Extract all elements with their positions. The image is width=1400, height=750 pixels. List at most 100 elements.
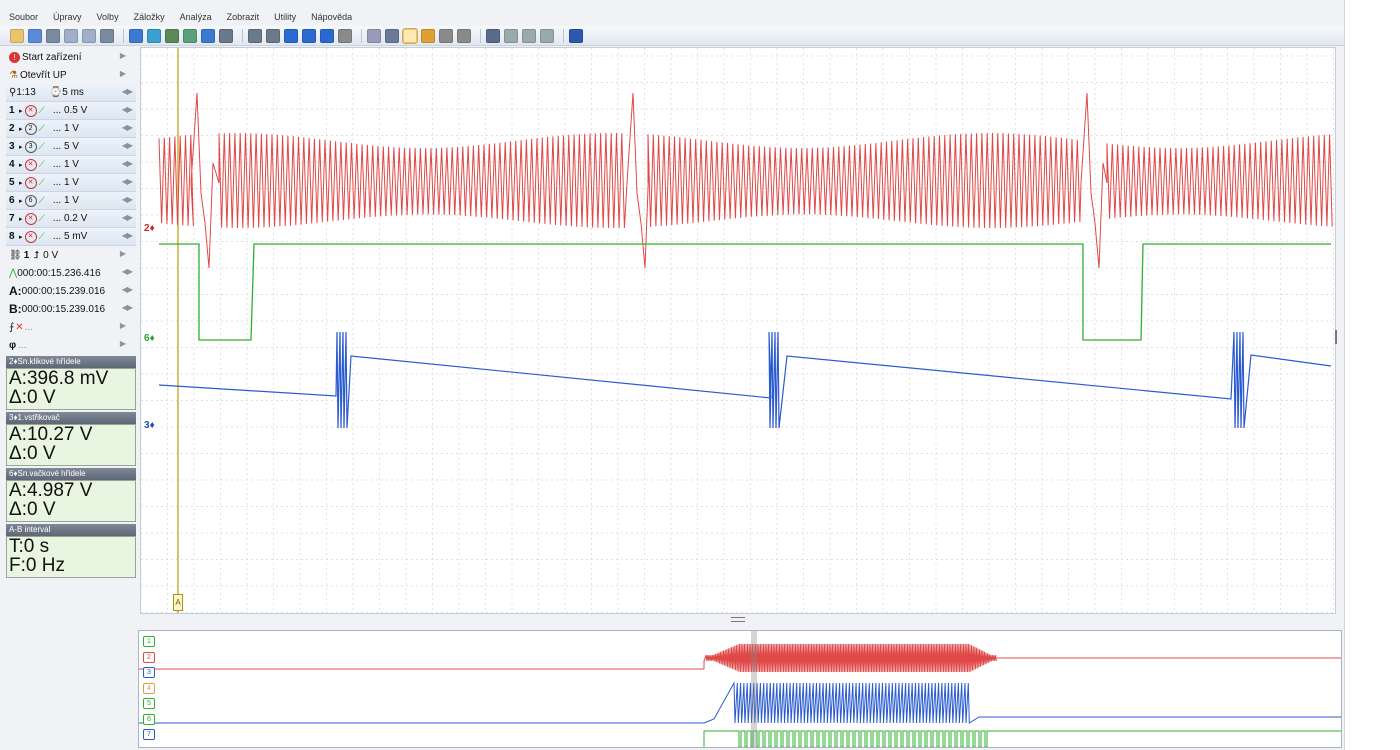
menu-utility[interactable]: Utility <box>265 12 302 22</box>
filter-icon[interactable] <box>201 28 215 43</box>
info-box-title: A-B interval <box>9 525 51 534</box>
spin-arrows-icon[interactable]: ◀▶ <box>122 267 133 276</box>
window-a-icon[interactable] <box>504 28 518 43</box>
overview-plot[interactable] <box>138 630 1342 748</box>
channel-on-icon[interactable]: 2 <box>24 122 37 135</box>
menu-zobrazit[interactable]: Zobrazit <box>218 12 266 22</box>
panel-splitter-handle[interactable] <box>731 617 745 622</box>
check-icon[interactable] <box>284 28 298 43</box>
channel-row-6[interactable]: 6 ▸ 6 ⟋... 1 V ◀▶ <box>6 192 136 210</box>
menu-upravy[interactable]: Úpravy <box>44 12 88 22</box>
spin-arrows-icon[interactable]: ◀▶ <box>122 141 133 150</box>
menu-zalozky[interactable]: Záložky <box>125 12 171 22</box>
channel-row-3[interactable]: 3 ▸ 3 ⟋... 5 V ◀▶ <box>6 138 136 156</box>
open-icon[interactable] <box>10 28 24 43</box>
measure-icon[interactable] <box>183 28 197 43</box>
phase-row[interactable]: φ ... ▶ <box>6 336 136 354</box>
trigger-row[interactable]: ⛓ 1 ⮥ 0 V ▶ <box>6 246 136 264</box>
menu-soubor[interactable]: Soubor <box>0 12 44 22</box>
help-icon[interactable] <box>569 28 583 43</box>
overview-viewport-marker[interactable] <box>751 631 757 747</box>
spin-arrows-icon[interactable]: ◀▶ <box>122 303 133 312</box>
select-icon[interactable] <box>266 28 280 43</box>
overview-channel-label[interactable]: 1 <box>143 636 155 647</box>
main-plot[interactable] <box>140 47 1336 614</box>
spin-arrows-icon[interactable]: ◀▶ <box>122 285 133 294</box>
spin-arrows-icon[interactable]: ◀▶ <box>122 213 133 222</box>
overview-channel-label[interactable]: 5 <box>143 698 155 709</box>
channel-row-7[interactable]: 7 ▸ ✕ ⟋ ... 0.2 V ◀▶ <box>6 210 136 228</box>
channel-off-icon[interactable]: ✕ <box>24 230 37 243</box>
info-box: T:0 s F:0 Hz <box>6 536 136 578</box>
menu-analyza[interactable]: Analýza <box>171 12 218 22</box>
channel-off-icon[interactable]: ✕ <box>24 176 37 189</box>
window-c-icon[interactable] <box>540 28 554 43</box>
print-icon[interactable] <box>100 28 114 43</box>
math-row[interactable]: ⨍ ✕ ... ▶ <box>6 318 136 336</box>
marker-icon[interactable] <box>147 28 161 43</box>
grid-icon[interactable] <box>367 28 381 43</box>
channel-off-icon[interactable]: ✕ <box>24 212 37 225</box>
channel-row-8[interactable]: 8 ▸ ✕ ⟋ ... 5 mV ◀▶ <box>6 228 136 246</box>
spin-arrows-icon[interactable]: ◀▶ <box>122 123 133 132</box>
trigger-icon[interactable] <box>439 28 453 43</box>
spin-arrows-icon[interactable]: ◀▶ <box>122 159 133 168</box>
channel-arrow-icon: ▸ <box>19 161 23 169</box>
overview-channel-label[interactable]: 2 <box>143 651 155 663</box>
check-none-icon[interactable] <box>320 28 334 43</box>
channel-row-1[interactable]: 1 ▸ ✕ ⟋ ... 0.5 V ◀▶ <box>6 102 136 120</box>
info-box-title: Sn.vačkové hřídele <box>17 469 86 478</box>
cursor-icon[interactable] <box>129 28 143 43</box>
menu-napoveda[interactable]: Nápověda <box>302 12 358 22</box>
cursor-a-row[interactable]: A: 000:00:15.239.016 ◀▶ <box>6 282 136 300</box>
window-b-icon[interactable] <box>522 28 536 43</box>
copy-icon[interactable] <box>64 28 78 43</box>
start-device-row[interactable]: ! Start zařízení ▶ <box>6 48 136 66</box>
vertical-splitter[interactable] <box>1335 330 1337 344</box>
channel-row-5[interactable]: 5 ▸ ✕ ⟋ ... 1 V ◀▶ <box>6 174 136 192</box>
close-icon: ✕ <box>15 321 24 333</box>
export-icon[interactable] <box>385 28 399 43</box>
phase-icon: φ <box>9 339 17 351</box>
channel-on-icon[interactable]: 6 <box>24 194 37 207</box>
overview-channel-label[interactable]: 6 <box>143 713 155 725</box>
check-all-icon[interactable] <box>302 28 316 43</box>
channel-number: 1 <box>9 105 15 116</box>
channel-row-4[interactable]: 4 ▸ ✕ ⟋ ... 1 V ◀▶ <box>6 156 136 174</box>
zoom-timebase-row[interactable]: ⚲ 1:13 ⌚ 5 ms ◀▶ <box>6 84 136 102</box>
channel-range: ... 0.2 V <box>52 213 88 224</box>
cursor-a-marker[interactable]: A <box>173 594 183 611</box>
spin-arrows-icon[interactable]: ◀▶ <box>122 87 133 96</box>
overview-svg[interactable] <box>139 631 1341 747</box>
channel-off-icon[interactable]: ✕ <box>24 158 37 171</box>
open-up-row[interactable]: ⚗ Otevřít UP ▶ <box>6 66 136 84</box>
overview-channel-label[interactable]: 3 <box>143 667 155 678</box>
channel-on-icon[interactable]: 3 <box>24 140 37 153</box>
cursor-b-row[interactable]: B: 000:00:15.239.016 ◀▶ <box>6 300 136 318</box>
channel-off-icon[interactable]: ✕ <box>24 104 37 117</box>
undo-icon[interactable] <box>219 28 233 43</box>
spin-arrows-icon[interactable]: ◀▶ <box>122 177 133 186</box>
paste-icon[interactable] <box>82 28 96 43</box>
zoom-icon[interactable] <box>248 28 262 43</box>
clear-icon[interactable] <box>338 28 352 43</box>
channel-row-2[interactable]: 2 ▸ 2 ⟋... 1 V ◀▶ <box>6 120 136 138</box>
channel-list-icon[interactable] <box>486 28 500 43</box>
spin-arrows-icon[interactable]: ◀▶ <box>122 105 133 114</box>
spin-arrows-icon[interactable]: ◀▶ <box>122 195 133 204</box>
autoscale-icon[interactable] <box>402 27 418 44</box>
info-box-line1: T:0 s <box>9 536 50 557</box>
overview-channel-label[interactable]: 7 <box>143 729 155 740</box>
save-as-icon[interactable] <box>46 28 60 43</box>
info-box-title: 1.vstřikovač <box>17 413 60 422</box>
save-icon[interactable] <box>28 28 42 43</box>
channel-range: ... 1 V <box>52 159 79 170</box>
overview-channel-label[interactable]: 4 <box>143 682 155 694</box>
waveform-svg[interactable] <box>141 48 1335 613</box>
time-trigger-row[interactable]: ⋀ 000:00:15.236.416 ◀▶ <box>6 264 136 282</box>
layout-icon[interactable] <box>421 28 435 43</box>
trigger-config-icon[interactable] <box>457 28 471 43</box>
channel-icon[interactable] <box>165 28 179 43</box>
menu-volby[interactable]: Volby <box>88 12 125 22</box>
spin-arrows-icon[interactable]: ◀▶ <box>122 231 133 240</box>
